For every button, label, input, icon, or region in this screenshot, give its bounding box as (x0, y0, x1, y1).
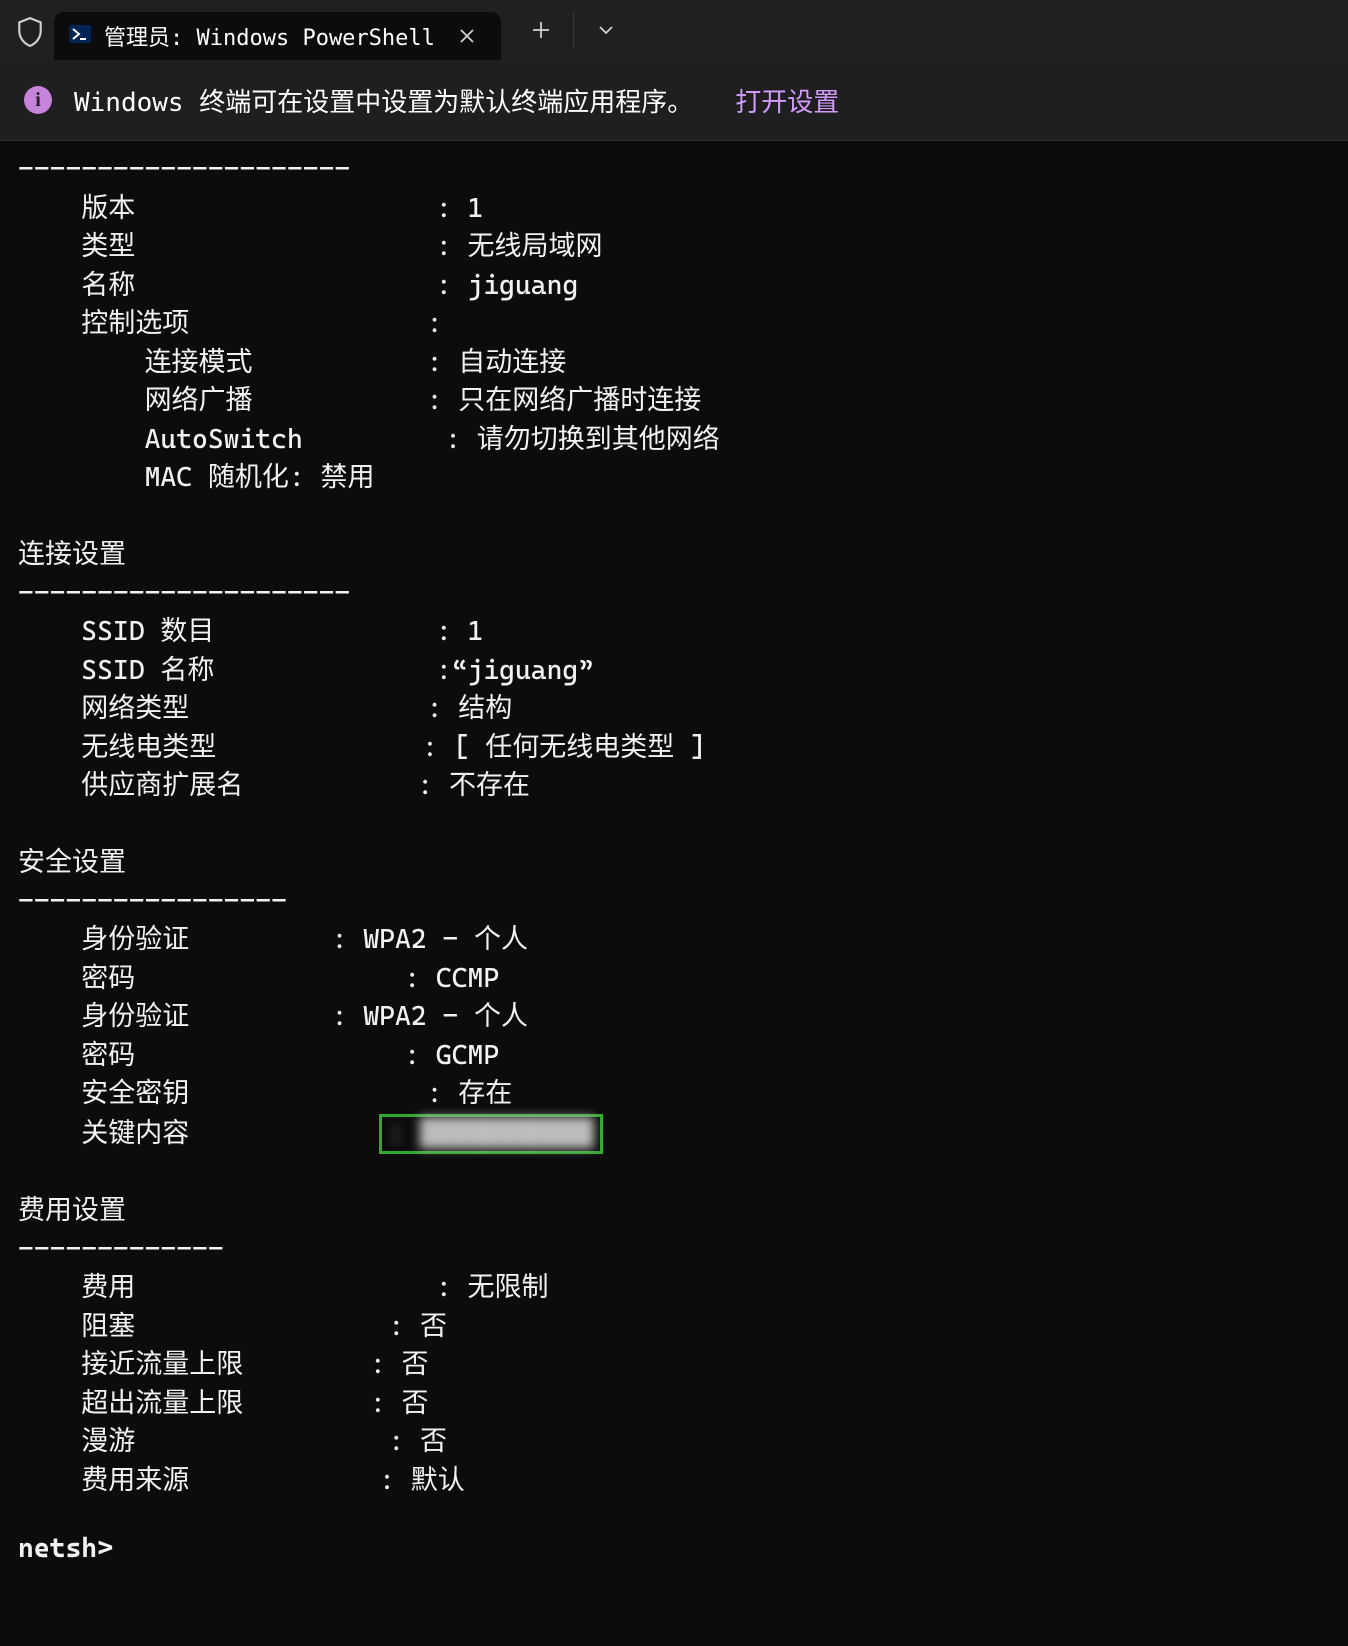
value: WPA2 - 个人 (363, 924, 528, 955)
label: 费用 : (18, 1272, 468, 1303)
value: jiguang (468, 270, 579, 301)
label: 超出流量上限 : (18, 1388, 401, 1419)
wifi-key-highlight: : ███████████ (379, 1114, 603, 1154)
info-icon: i (24, 86, 52, 114)
label: 身份验证 : (18, 1001, 363, 1032)
dropdown-button[interactable] (576, 0, 636, 60)
section-heading: 安全设置 (18, 847, 126, 878)
value: “jiguang” (452, 655, 594, 686)
label: 费用来源 : (18, 1465, 411, 1496)
shield-icon (12, 10, 48, 54)
label: 身份验证 : (18, 924, 363, 955)
label: 关键内容 (18, 1118, 379, 1149)
value: 请勿切换到其他网络 (477, 424, 720, 455)
divider: ----------------- (18, 886, 287, 917)
tab-title: 管理员: Windows PowerShell (104, 20, 435, 52)
open-settings-link[interactable]: 打开设置 (735, 82, 839, 119)
label: 阻塞 : (18, 1311, 420, 1342)
value: 1 (468, 193, 484, 224)
value: 无限制 (468, 1272, 549, 1303)
powershell-icon (68, 22, 92, 50)
section-heading: 费用设置 (18, 1195, 126, 1226)
section-heading: 连接设置 (18, 539, 126, 570)
value: 存在 (458, 1078, 512, 1109)
window-titlebar: 管理员: Windows PowerShell (0, 0, 1348, 60)
value: 默认 (411, 1465, 465, 1496)
new-tab-button[interactable] (511, 0, 571, 60)
value: 结构 (458, 693, 512, 724)
value: [ 任何无线电类型 ] (454, 732, 706, 763)
label: 连接模式 : (18, 347, 458, 378)
value: 不存在 (449, 770, 530, 801)
line: MAC 随机化: 禁用 (18, 462, 374, 493)
label: SSID 名称 : (18, 655, 452, 686)
label: 安全密钥 : (18, 1078, 458, 1109)
value: GCMP (436, 1040, 499, 1071)
info-message: Windows 终端可在设置中设置为默认终端应用程序。 (74, 82, 693, 119)
close-tab-button[interactable] (447, 16, 487, 56)
value: 否 (420, 1426, 447, 1457)
label: 密码 : (18, 1040, 436, 1071)
label: 密码 : (18, 963, 436, 994)
value: 否 (401, 1388, 428, 1419)
value: 无线局域网 (468, 231, 603, 262)
label: 网络类型 : (18, 693, 458, 724)
label: 名称 : (18, 270, 468, 301)
label: 供应商扩展名 : (18, 770, 449, 801)
prompt[interactable]: netsh> (18, 1533, 113, 1564)
divider: --------------------- (18, 154, 350, 185)
value: 否 (420, 1311, 447, 1342)
label: 类型 : (18, 231, 468, 262)
value: 否 (401, 1349, 428, 1380)
label: 控制选项 : (18, 308, 442, 339)
wifi-key-value: : ███████████ (388, 1118, 594, 1149)
separator (573, 13, 574, 47)
label: 版本 : (18, 193, 468, 224)
terminal-tab[interactable]: 管理员: Windows PowerShell (54, 12, 501, 60)
titlebar-controls (511, 0, 636, 60)
divider: --------------------- (18, 578, 350, 609)
info-bar: i Windows 终端可在设置中设置为默认终端应用程序。 打开设置 (0, 60, 1348, 141)
label: SSID 数目 : (18, 616, 468, 647)
label: 无线电类型 : (18, 732, 454, 763)
terminal-output[interactable]: --------------------- 版本 : 1 类型 : 无线局域网 … (0, 141, 1348, 1569)
value: 1 (468, 616, 484, 647)
label: 漫游 : (18, 1426, 420, 1457)
divider: ------------- (18, 1234, 224, 1265)
label: 接近流量上限 : (18, 1349, 401, 1380)
value: CCMP (436, 963, 499, 994)
label: 网络广播 : (18, 385, 458, 416)
value: WPA2 - 个人 (363, 1001, 528, 1032)
label: AutoSwitch : (18, 424, 477, 455)
value: 只在网络广播时连接 (458, 385, 701, 416)
value: 自动连接 (458, 347, 566, 378)
